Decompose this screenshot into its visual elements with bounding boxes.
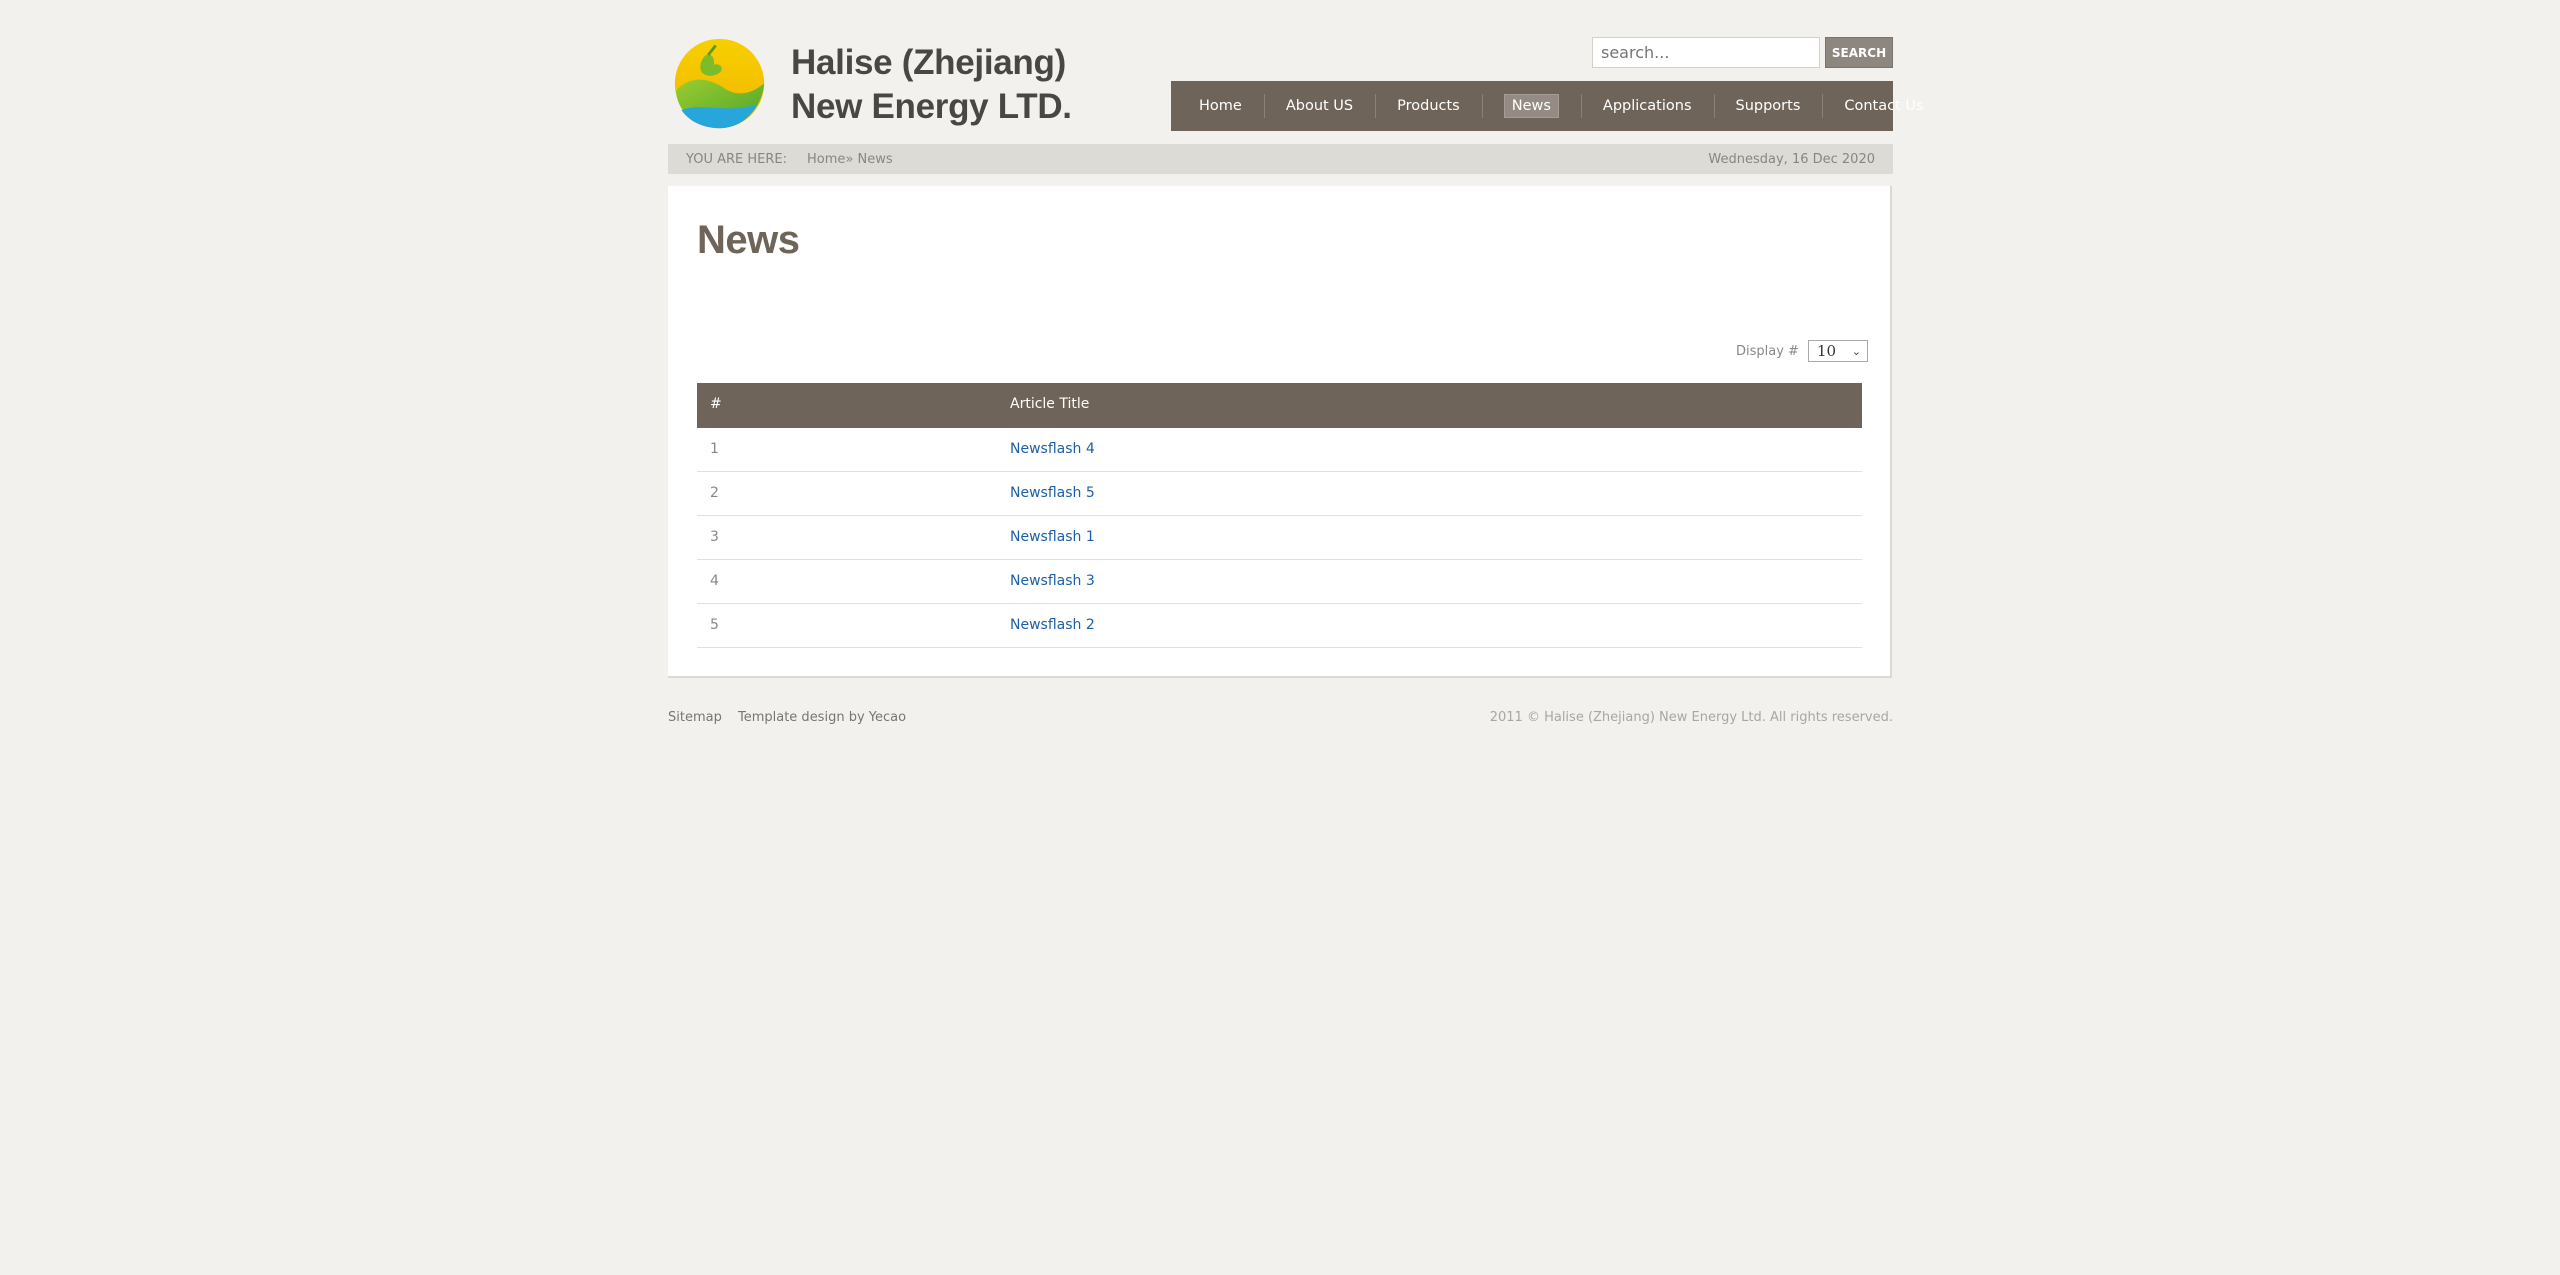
- row-number: 5: [710, 617, 719, 633]
- footer-links: Sitemap Template design by Yecao: [668, 710, 918, 725]
- nav-item-label: News: [1503, 94, 1559, 118]
- table-row: 3 Newsflash 1: [697, 516, 1862, 560]
- chevron-down-icon: ⌄: [1851, 344, 1861, 358]
- main-nav: Home About US Products News Applications…: [1171, 81, 1924, 131]
- search-input[interactable]: [1592, 37, 1820, 68]
- breadcrumb-separator: »: [845, 151, 854, 167]
- brand-line-1: Halise (Zhejiang): [791, 43, 1066, 82]
- brand-line-2: New Energy LTD.: [791, 87, 1072, 126]
- nav-item-news[interactable]: News: [1481, 81, 1581, 131]
- breadcrumb: Home» News: [807, 152, 893, 167]
- row-number: 1: [710, 441, 719, 457]
- nav-item-about-us[interactable]: About US: [1263, 81, 1375, 131]
- breadcrumb-label: YOU ARE HERE:: [686, 151, 787, 167]
- content-panel: News Display # 10 ⌄ # Article Title 1 Ne…: [668, 186, 1892, 678]
- current-date: Wednesday, 16 Dec 2020: [1708, 152, 1875, 167]
- row-number: 2: [710, 485, 719, 501]
- article-link[interactable]: Newsflash 5: [1010, 485, 1095, 501]
- nav-item-products[interactable]: Products: [1375, 81, 1482, 131]
- article-link[interactable]: Newsflash 3: [1010, 573, 1095, 589]
- column-header-number[interactable]: #: [710, 396, 722, 412]
- search-button[interactable]: SEARCH: [1825, 37, 1893, 68]
- copyright-text: 2011 © Halise (Zhejiang) New Energy Ltd.…: [1489, 710, 1893, 725]
- footer: Sitemap Template design by Yecao 2011 © …: [668, 710, 1893, 725]
- display-label: Display #: [1736, 343, 1799, 359]
- table-header: # Article Title: [697, 383, 1862, 428]
- page-title: News: [697, 218, 800, 262]
- nav-item-label: About US: [1285, 98, 1354, 114]
- nav-item-applications[interactable]: Applications: [1580, 81, 1714, 131]
- table-row: 1 Newsflash 4: [697, 428, 1862, 472]
- table-row: 5 Newsflash 2: [697, 604, 1862, 648]
- display-count-control: Display # 10 ⌄: [1736, 340, 1868, 362]
- table-row: 4 Newsflash 3: [697, 560, 1862, 604]
- display-count-select[interactable]: 10 ⌄: [1807, 340, 1868, 362]
- column-header-article-title[interactable]: Article Title: [1010, 396, 1089, 412]
- nav-item-label: Contact Us: [1844, 98, 1924, 114]
- nav-item-label: Home: [1199, 98, 1242, 114]
- nav-item-supports[interactable]: Supports: [1713, 81, 1823, 131]
- articles-table: # Article Title 1 Newsflash 4 2 Newsflas…: [697, 383, 1862, 648]
- breadcrumb-bar: YOU ARE HERE: Home» News Wednesday, 16 D…: [668, 144, 1893, 174]
- nav-item-label: Supports: [1735, 98, 1801, 114]
- table-row: 2 Newsflash 5: [697, 472, 1862, 516]
- breadcrumb-current: News: [857, 151, 893, 167]
- template-credit-link[interactable]: Template design by Yecao: [738, 710, 906, 725]
- breadcrumb-home-link[interactable]: Home: [807, 152, 845, 167]
- nav-item-home[interactable]: Home: [1171, 81, 1264, 131]
- display-count-value: 10: [1816, 342, 1837, 360]
- nav-item-label: Products: [1397, 98, 1460, 114]
- leaf-globe-logo-icon[interactable]: [672, 36, 767, 131]
- row-number: 4: [710, 573, 719, 589]
- nav-item-contact-us[interactable]: Contact Us: [1822, 81, 1945, 131]
- brand-name[interactable]: Halise (Zhejiang) New Energy LTD.: [791, 41, 1072, 129]
- article-link[interactable]: Newsflash 1: [1010, 529, 1095, 545]
- article-link[interactable]: Newsflash 2: [1010, 617, 1095, 633]
- nav-item-label: Applications: [1602, 98, 1692, 114]
- row-number: 3: [710, 529, 719, 545]
- sitemap-link[interactable]: Sitemap: [668, 710, 722, 725]
- article-link[interactable]: Newsflash 4: [1010, 441, 1095, 457]
